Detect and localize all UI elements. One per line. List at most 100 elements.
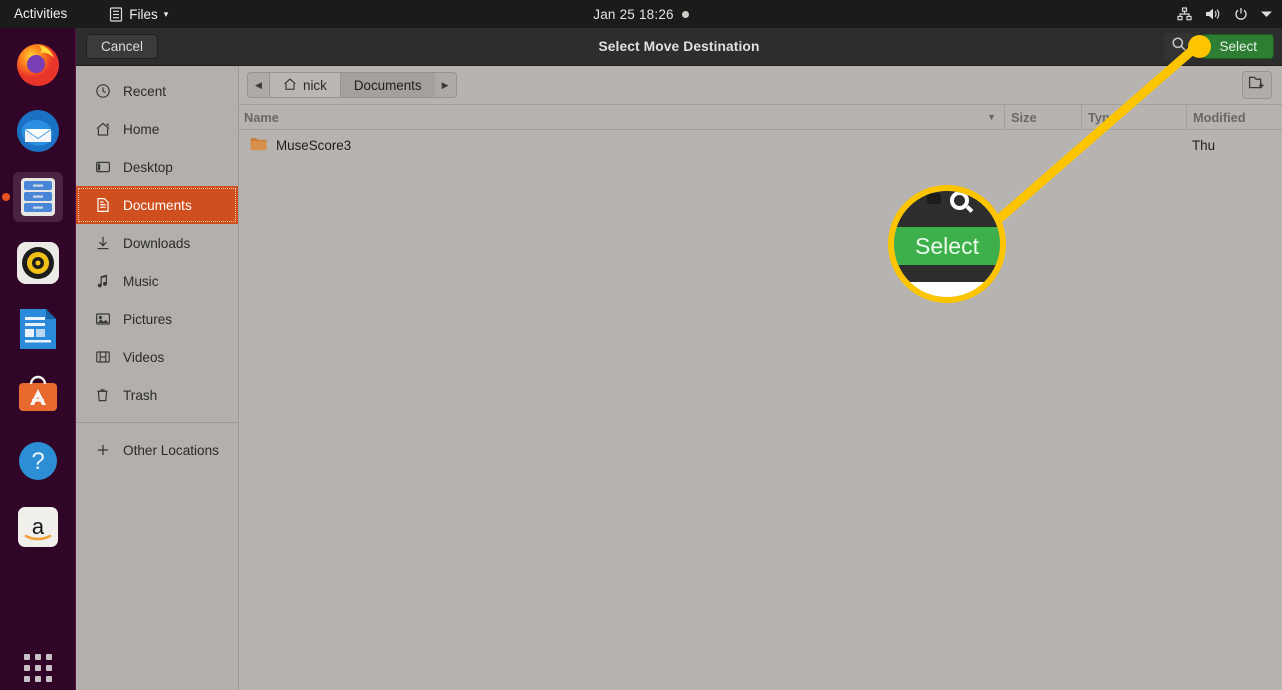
volume-icon[interactable] [1205,7,1221,21]
sidebar-item-label: Pictures [123,311,173,327]
svg-text:?: ? [31,448,44,475]
files-icon [109,6,123,22]
column-header-name[interactable]: Name ▼ [239,104,1004,130]
app-menu-label: Files [129,6,158,22]
header-actions: Select [1164,32,1274,61]
sidebar-item-label: Documents [123,197,192,213]
home-icon [94,121,111,138]
column-headers: Name ▼ Size Type Modified [239,104,1282,130]
files-icon [13,172,63,222]
sidebar-item-trash[interactable]: Trash [76,376,238,414]
sort-descending-icon: ▼ [987,112,996,122]
dock-item-help[interactable]: ? [0,428,76,494]
document-icon [94,197,111,214]
dock-item-libreoffice-writer[interactable] [0,296,76,362]
file-name-label: MuseScore3 [276,137,352,153]
thunderbird-icon [11,104,65,158]
sidebar-item-downloads[interactable]: Downloads [76,224,238,262]
search-icon [1171,36,1187,57]
ubuntu-software-icon [13,370,63,420]
sidebar-item-other-locations[interactable]: Other Locations [76,431,238,469]
column-label: Modified [1193,109,1246,125]
sidebar-item-documents[interactable]: Documents [76,186,238,224]
file-name-cell: MuseScore3 [239,137,1004,154]
cancel-button[interactable]: Cancel [86,33,159,60]
clock-area[interactable]: Jan 25 18:26 [0,0,1282,28]
image-icon [94,311,111,328]
power-icon[interactable] [1234,7,1248,21]
sidebar-item-label: Recent [123,83,167,99]
breadcrumb-nick[interactable]: nick [269,72,340,98]
column-header-size[interactable]: Size [1004,104,1081,130]
places-sidebar: Recent Home Desktop Documents Downloads … [76,66,239,690]
chevron-down-icon[interactable] [1261,10,1272,18]
path-forward-button[interactable]: ▶ [434,72,457,98]
table-row[interactable]: MuseScore3 Thu [239,130,1282,160]
home-icon [283,77,297,94]
file-list[interactable]: MuseScore3 Thu [239,130,1282,690]
trash-icon [94,387,111,404]
new-folder-button[interactable] [1242,71,1272,99]
sidebar-item-label: Videos [123,349,165,365]
clock-label: Jan 25 18:26 [593,6,674,22]
show-applications-button[interactable] [0,654,76,682]
libreoffice-writer-icon [13,303,63,355]
gnome-top-bar: Activities Files ▾ Jan 25 18:26 [0,0,1282,28]
breadcrumb-label: Documents [353,77,422,93]
activities-button[interactable]: Activities [0,0,77,28]
sidebar-item-videos[interactable]: Videos [76,338,238,376]
recording-dot-icon [681,10,689,18]
file-modified-cell: Thu [1192,137,1216,153]
dock-item-thunderbird[interactable] [0,98,76,164]
sidebar-item-label: Music [123,273,159,289]
new-folder-icon [1248,74,1266,96]
dock-item-ubuntu-software[interactable] [0,362,76,428]
film-icon [94,349,111,366]
column-label: Size [1011,109,1037,125]
column-header-modified[interactable]: Modified [1186,104,1282,130]
column-label: Type [1088,109,1117,125]
column-label: Name [244,109,279,125]
desktop-icon [94,159,111,176]
file-browser-pane: ◀ nick Documents ▶ Name ▼ Size Type Modi… [239,66,1282,690]
sidebar-item-label: Trash [123,387,158,403]
music-note-icon [94,273,111,290]
clock-icon [94,83,111,100]
chevron-down-icon: ▾ [163,8,169,19]
dialog-header-bar: Cancel Select Move Destination Select [76,28,1282,66]
plus-icon [94,442,111,459]
sidebar-item-label: Home [123,121,160,137]
path-back-button[interactable]: ◀ [247,72,269,98]
sidebar-item-recent[interactable]: Recent [76,72,238,110]
select-button[interactable]: Select [1202,33,1274,60]
breadcrumb-documents[interactable]: Documents [339,72,435,98]
download-icon [94,235,111,252]
folder-icon [250,137,267,154]
dock-item-amazon[interactable]: a [0,494,76,560]
path-bar: ◀ nick Documents ▶ [239,66,1282,104]
help-icon: ? [13,436,63,486]
sidebar-item-label: Desktop [123,159,173,175]
firefox-icon [11,38,65,92]
sidebar-item-label: Other Locations [123,442,219,458]
svg-text:a: a [32,514,45,539]
ubuntu-dock: ? a [0,28,76,690]
network-icon[interactable] [1177,7,1192,21]
sidebar-item-music[interactable]: Music [76,262,238,300]
search-button[interactable] [1164,32,1195,61]
sidebar-item-desktop[interactable]: Desktop [76,148,238,186]
sidebar-separator [76,422,238,423]
sidebar-item-home[interactable]: Home [76,110,238,148]
app-menu-files[interactable]: Files ▾ [109,7,168,22]
sidebar-item-label: Downloads [123,235,191,251]
dock-item-firefox[interactable] [0,32,76,98]
system-tray[interactable] [1177,0,1272,28]
dock-item-files[interactable] [0,164,76,230]
rhythmbox-icon [12,237,64,289]
select-move-destination-dialog: Cancel Select Move Destination Select Re… [76,28,1282,690]
dialog-title: Select Move Destination [598,39,760,54]
dock-item-rhythmbox[interactable] [0,230,76,296]
column-header-type[interactable]: Type [1081,104,1186,130]
dialog-body: Recent Home Desktop Documents Downloads … [76,66,1282,690]
sidebar-item-pictures[interactable]: Pictures [76,300,238,338]
